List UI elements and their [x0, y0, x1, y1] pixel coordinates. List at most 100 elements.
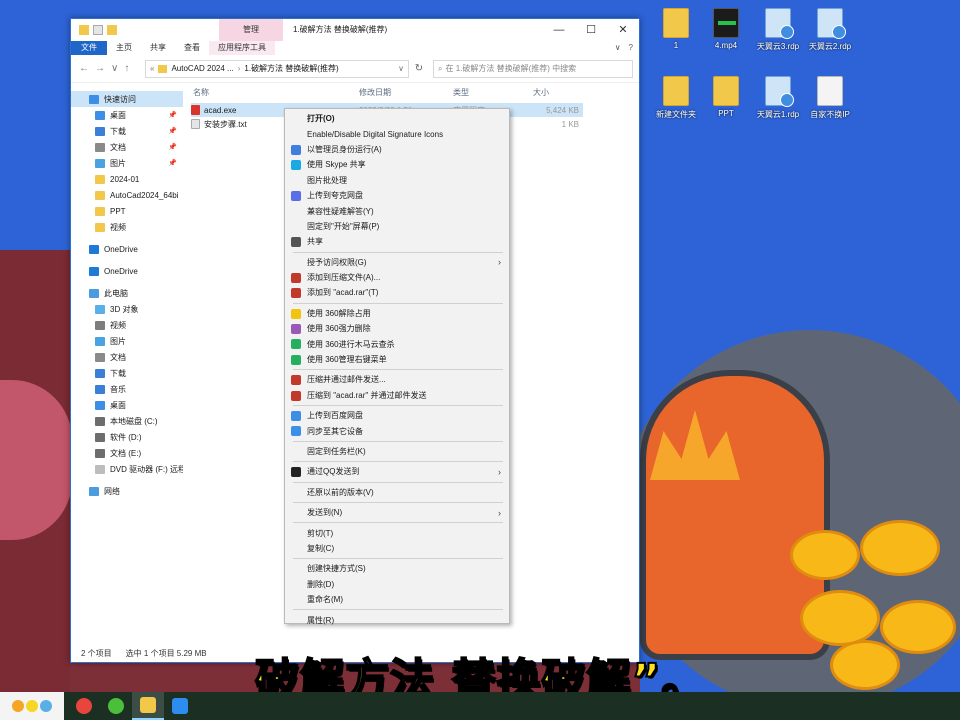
- context-menu-item[interactable]: 以管理员身份运行(A): [285, 142, 509, 157]
- recent-locations-button[interactable]: ∨: [111, 63, 118, 74]
- help-button[interactable]: ?: [629, 41, 633, 55]
- taskbar-360-browser-button[interactable]: [100, 692, 132, 720]
- context-menu-item[interactable]: 图片批处理: [285, 173, 509, 188]
- tab-application-tools[interactable]: 应用程序工具: [209, 41, 275, 55]
- breadcrumb-segment[interactable]: 1.破解方法 替换破解(推荐): [244, 63, 338, 74]
- sidebar-item[interactable]: 本地磁盘 (C:): [71, 413, 183, 429]
- sidebar-item[interactable]: AutoCad2024_64bi: [71, 187, 183, 203]
- desktop-icon[interactable]: 天翼云1.rdp: [750, 76, 806, 120]
- tab-share[interactable]: 共享: [141, 41, 175, 55]
- sidebar-item[interactable]: 视频: [71, 219, 183, 235]
- ribbon-expand-button[interactable]: ∨: [615, 41, 621, 55]
- desktop-icon[interactable]: 天翼云3.rdp: [750, 8, 806, 52]
- sidebar-item[interactable]: 文档: [71, 349, 183, 365]
- sidebar-item[interactable]: 桌面 📌: [71, 107, 183, 123]
- context-menu-item[interactable]: Enable/Disable Digital Signature Icons: [285, 126, 509, 141]
- context-menu-item[interactable]: 使用 360进行木马云查杀: [285, 336, 509, 351]
- address-bar[interactable]: « AutoCAD 2024 ... › 1.破解方法 替换破解(推荐) ∨: [145, 59, 409, 78]
- sidebar-item[interactable]: 下载: [71, 365, 183, 381]
- menu-item-label: 还原以前的版本(V): [307, 487, 374, 497]
- taskbar-file-explorer-button[interactable]: [132, 692, 164, 720]
- context-menu-item[interactable]: 创建快捷方式(S): [285, 561, 509, 576]
- context-menu-item[interactable]: 删除(D): [285, 577, 509, 592]
- column-header-type[interactable]: 类型: [453, 87, 469, 98]
- context-menu-item[interactable]: 打开(O): [285, 111, 509, 126]
- context-menu-item[interactable]: 通过QQ发送到 ›: [285, 464, 509, 479]
- sidebar-item[interactable]: 快速访问: [71, 91, 183, 107]
- context-menu-item[interactable]: 同步至其它设备: [285, 423, 509, 438]
- desktop-icon[interactable]: 4.mp4: [698, 8, 754, 50]
- context-menu-item[interactable]: 上传到夸克网盘: [285, 188, 509, 203]
- desktop-icon[interactable]: 自家不换IP: [802, 76, 858, 120]
- context-menu-item[interactable]: 复制(C): [285, 541, 509, 556]
- search-input[interactable]: ⌕ 在 1.破解方法 替换破解(推荐) 中搜索: [433, 59, 633, 78]
- context-menu-item[interactable]: 添加到 "acad.rar"(T): [285, 285, 509, 300]
- context-menu-item[interactable]: 使用 360解除占用: [285, 306, 509, 321]
- sidebar-item[interactable]: DVD 驱动器 (F:) 远程: [71, 461, 183, 477]
- start-button[interactable]: [0, 692, 64, 720]
- sidebar-item[interactable]: OneDrive: [71, 241, 183, 257]
- sidebar-item[interactable]: 文档 📌: [71, 139, 183, 155]
- context-menu-item[interactable]: 共享: [285, 234, 509, 249]
- context-menu-item[interactable]: 还原以前的版本(V): [285, 485, 509, 500]
- sidebar-item[interactable]: 音乐: [71, 381, 183, 397]
- refresh-button[interactable]: ↻: [409, 63, 429, 74]
- context-menu-item[interactable]: 使用 360强力删除: [285, 321, 509, 336]
- sidebar-item[interactable]: PPT: [71, 203, 183, 219]
- sidebar-item[interactable]: 文档 (E:): [71, 445, 183, 461]
- sidebar-item[interactable]: 软件 (D:): [71, 429, 183, 445]
- sidebar-item[interactable]: 此电脑: [71, 285, 183, 301]
- context-menu-item[interactable]: 使用 Skype 共享: [285, 157, 509, 172]
- context-menu-item[interactable]: 压缩并通过邮件发送...: [285, 372, 509, 387]
- desktop-icon[interactable]: 新建文件夹: [648, 76, 704, 120]
- selection-info: 选中 1 个项目 5.29 MB: [125, 648, 207, 658]
- sidebar-item[interactable]: 网络: [71, 483, 183, 499]
- address-dropdown-button[interactable]: ∨: [398, 64, 404, 73]
- tab-view[interactable]: 查看: [175, 41, 209, 55]
- context-menu-item[interactable]: 使用 360管理右键菜单: [285, 352, 509, 367]
- desktop-icon[interactable]: PPT: [698, 76, 754, 118]
- new-folder-icon[interactable]: [107, 25, 117, 35]
- nav-item-icon: [89, 94, 99, 104]
- title-bar[interactable]: 管理 1.破解方法 替换破解(推荐) — ☐ ✕: [71, 19, 639, 41]
- column-header-modified[interactable]: 修改日期: [359, 87, 391, 98]
- sidebar-item[interactable]: 2024-01: [71, 171, 183, 187]
- taskbar-chrome-button[interactable]: [68, 692, 100, 720]
- context-menu-item[interactable]: 发送到(N) ›: [285, 505, 509, 520]
- up-button[interactable]: ↑: [124, 63, 129, 74]
- tab-file[interactable]: 文件: [71, 41, 107, 55]
- sidebar-item[interactable]: 图片: [71, 333, 183, 349]
- overflow-chevron[interactable]: «: [150, 64, 154, 73]
- tab-home[interactable]: 主页: [107, 41, 141, 55]
- minimize-button[interactable]: —: [543, 19, 575, 41]
- context-menu-item[interactable]: 剪切(T): [285, 525, 509, 540]
- desktop-icon[interactable]: 1: [648, 8, 704, 50]
- properties-icon[interactable]: [93, 25, 103, 35]
- manage-tab[interactable]: 管理: [219, 19, 283, 41]
- context-menu-item[interactable]: 压缩到 "acad.rar" 并通过邮件发送: [285, 388, 509, 403]
- column-header-name[interactable]: 名称: [193, 87, 209, 98]
- context-menu-item[interactable]: 上传到百度网盘: [285, 408, 509, 423]
- context-menu-item[interactable]: 兼容性疑难解答(Y): [285, 203, 509, 218]
- sidebar-item[interactable]: OneDrive: [71, 263, 183, 279]
- sidebar-item[interactable]: 视频: [71, 317, 183, 333]
- taskbar-meeting-app-button[interactable]: [164, 692, 196, 720]
- breadcrumb-segment[interactable]: AutoCAD 2024 ...: [171, 64, 233, 73]
- sidebar-item[interactable]: 图片 📌: [71, 155, 183, 171]
- context-menu-item[interactable]: 固定到任务栏(K): [285, 444, 509, 459]
- sidebar-item[interactable]: 桌面: [71, 397, 183, 413]
- context-menu-item[interactable]: 授予访问权限(G) ›: [285, 255, 509, 270]
- forward-button[interactable]: →: [95, 63, 105, 74]
- context-menu-item[interactable]: 属性(R): [285, 612, 509, 627]
- maximize-button[interactable]: ☐: [575, 19, 607, 41]
- sidebar-item[interactable]: 下载 📌: [71, 123, 183, 139]
- back-button[interactable]: ←: [79, 63, 89, 74]
- context-menu-item[interactable]: 固定到"开始"屏幕(P): [285, 219, 509, 234]
- navigation-pane[interactable]: 快速访问 桌面 📌 下载 📌 文档 📌 图片 📌 2024-01 AutoCad2024_64bi P…: [71, 83, 183, 645]
- close-button[interactable]: ✕: [607, 19, 639, 41]
- desktop-icon[interactable]: 天翼云2.rdp: [802, 8, 858, 52]
- sidebar-item[interactable]: 3D 对象: [71, 301, 183, 317]
- column-header-size[interactable]: 大小: [533, 87, 549, 98]
- context-menu-item[interactable]: 重命名(M): [285, 592, 509, 607]
- context-menu-item[interactable]: 添加到压缩文件(A)...: [285, 270, 509, 285]
